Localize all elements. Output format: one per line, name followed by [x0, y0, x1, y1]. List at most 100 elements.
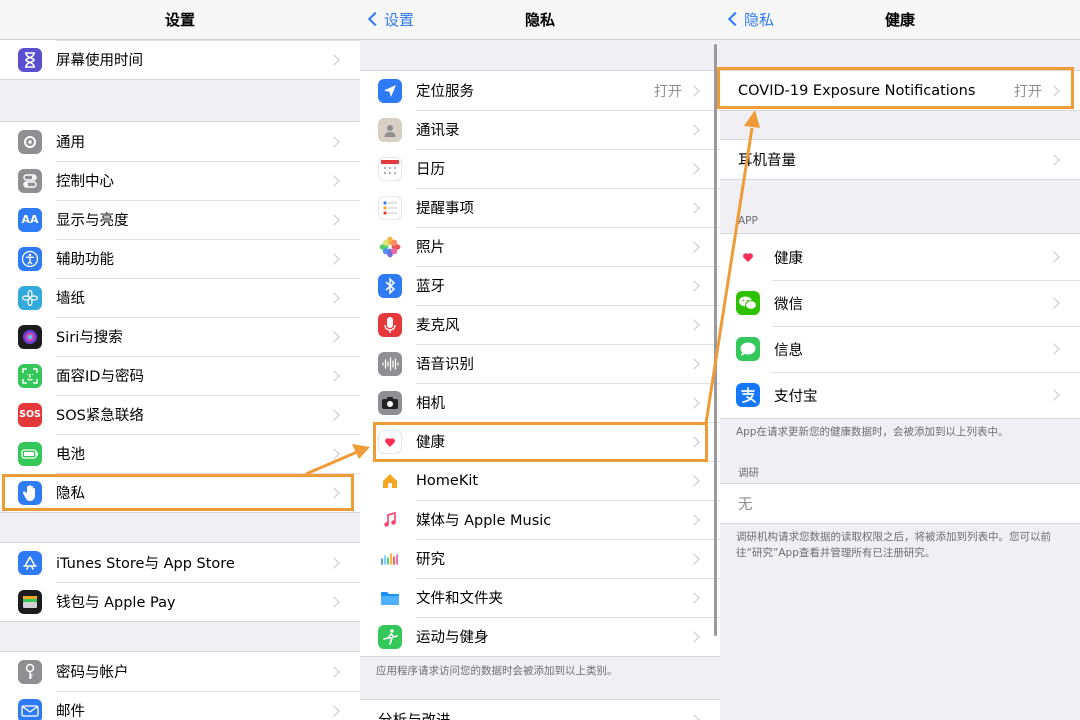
- wallet-icon: [18, 589, 42, 614]
- privacy-row-homekit[interactable]: HomeKit: [360, 461, 720, 500]
- privacy-row-research[interactable]: 研究: [360, 539, 720, 578]
- chevron-right-icon: [328, 174, 340, 187]
- privacy-label: 相机: [416, 396, 445, 412]
- app-label: 微信: [774, 296, 803, 313]
- gear-icon: [18, 129, 42, 154]
- chevron-right-icon: [688, 591, 700, 604]
- privacy-label: 通讯录: [416, 123, 460, 139]
- photos-icon: [378, 234, 402, 259]
- settings-row-wallet[interactable]: 钱包与 Apple Pay: [0, 582, 360, 621]
- privacy-label: 蓝牙: [416, 279, 445, 295]
- settings-group-store: iTunes Store与 App Store 钱包与 Apple Pay: [0, 542, 360, 622]
- settings-row-siri[interactable]: Siri与搜索: [0, 317, 360, 356]
- settings-label: 辅助功能: [56, 252, 114, 268]
- chevron-right-icon: [688, 123, 700, 136]
- settings-row-app-store[interactable]: iTunes Store与 App Store: [0, 543, 360, 582]
- chevron-right-icon: [688, 201, 700, 214]
- location-arrow-icon: [378, 78, 402, 103]
- chevron-right-icon: [328, 53, 340, 66]
- settings-row-passwords[interactable]: 密码与帐户: [0, 652, 360, 691]
- chevron-right-icon: [328, 252, 340, 265]
- settings-row-general[interactable]: 通用: [0, 122, 360, 161]
- settings-label: 控制中心: [56, 174, 114, 190]
- privacy-label: 文件和文件夹: [416, 591, 503, 607]
- mail-icon: [18, 698, 42, 720]
- privacy-label: 语音识别: [416, 357, 474, 373]
- settings-row-display[interactable]: AA 显示与亮度: [0, 200, 360, 239]
- settings-label: SOS紧急联络: [56, 408, 144, 424]
- wechat-icon: [736, 291, 760, 315]
- settings-group-accounts: 密码与帐户 邮件: [0, 651, 360, 720]
- health-highlight-box: [373, 422, 708, 462]
- privacy-row-media[interactable]: 媒体与 Apple Music: [360, 500, 720, 539]
- settings-row-control-center[interactable]: 控制中心: [0, 161, 360, 200]
- health-nav-bar: 隐私 健康: [720, 0, 1080, 40]
- chevron-right-icon: [688, 318, 700, 331]
- settings-row-sos[interactable]: SOS SOS紧急联络: [0, 395, 360, 434]
- chevron-right-icon: [328, 213, 340, 226]
- app-row-health[interactable]: 健康: [720, 234, 1080, 280]
- privacy-row-fitness[interactable]: 运动与健身: [360, 617, 720, 656]
- research-section-header: 调研: [738, 467, 759, 479]
- settings-row-face-id[interactable]: 面容ID与密码: [0, 356, 360, 395]
- privacy-row-bluetooth[interactable]: 蓝牙: [360, 266, 720, 305]
- app-row-alipay[interactable]: 支付宝: [720, 372, 1080, 418]
- face-id-icon: [18, 363, 42, 388]
- camera-icon: [378, 390, 402, 415]
- settings-label: 显示与亮度: [56, 213, 129, 229]
- messages-icon: [736, 337, 760, 361]
- contacts-icon: [378, 117, 402, 142]
- privacy-group-analytics: 分析与改进: [360, 699, 720, 720]
- privacy-row-location[interactable]: 定位服务 打开: [360, 71, 720, 110]
- privacy-row-photos[interactable]: 照片: [360, 227, 720, 266]
- settings-label: 电池: [56, 447, 85, 463]
- app-row-messages[interactable]: 信息: [720, 326, 1080, 372]
- chevron-right-icon: [688, 162, 700, 175]
- chevron-right-icon: [328, 665, 340, 678]
- privacy-row-contacts[interactable]: 通讯录: [360, 110, 720, 149]
- bluetooth-icon: [378, 273, 402, 298]
- settings-label: Siri与搜索: [56, 330, 123, 346]
- health-group-headphone: 耳机音量: [720, 139, 1080, 180]
- waveform-icon: [378, 351, 402, 376]
- chevron-right-icon: [688, 552, 700, 565]
- text-size-icon: AA: [18, 207, 42, 232]
- page-title: 健康: [884, 11, 915, 29]
- scrollbar[interactable]: [714, 44, 717, 636]
- privacy-row-files[interactable]: 文件和文件夹: [360, 578, 720, 617]
- privacy-row-microphone[interactable]: 麦克风: [360, 305, 720, 344]
- research-section-footer: 调研机构请求您数据的读取权限之后，将被添加到列表中。您可以前往“研究”App查看…: [736, 531, 1051, 559]
- chevron-right-icon: [328, 369, 340, 382]
- settings-label: 通用: [56, 135, 85, 151]
- privacy-label: 日历: [416, 162, 445, 178]
- app-section-footer: App在请求更新您的健康数据时，会被添加到以上列表中。: [736, 426, 1009, 438]
- privacy-row-calendar[interactable]: 日历: [360, 149, 720, 188]
- hourglass-icon: [18, 47, 42, 72]
- chevron-right-icon: [328, 447, 340, 460]
- privacy-pane: 设置 隐私 定位服务 打开 通讯录 日历 提醒事项 照片 蓝牙 麦克风 语音识别…: [360, 0, 720, 720]
- settings-row-wallpaper[interactable]: 墙纸: [0, 278, 360, 317]
- flower-icon: [18, 285, 42, 310]
- privacy-label: 提醒事项: [416, 201, 474, 217]
- alipay-icon: [736, 383, 760, 407]
- privacy-row-analytics[interactable]: 分析与改进: [360, 700, 720, 720]
- folder-icon: [378, 585, 402, 610]
- privacy-row-speech[interactable]: 语音识别: [360, 344, 720, 383]
- privacy-row-camera[interactable]: 相机: [360, 383, 720, 422]
- privacy-label: 麦克风: [416, 318, 460, 334]
- app-store-icon: [18, 550, 42, 575]
- privacy-nav-bar: 设置 隐私: [360, 0, 720, 40]
- settings-row-battery[interactable]: 电池: [0, 434, 360, 473]
- headphone-volume-row[interactable]: 耳机音量: [720, 140, 1080, 179]
- reminders-icon: [378, 195, 402, 220]
- covid-highlight-box: [717, 67, 1074, 109]
- settings-label: 钱包与 Apple Pay: [56, 595, 176, 611]
- privacy-row-reminders[interactable]: 提醒事项: [360, 188, 720, 227]
- chevron-right-icon: [688, 84, 700, 97]
- settings-row-screen-time[interactable]: 屏幕使用时间: [0, 40, 360, 79]
- settings-row-mail[interactable]: 邮件: [0, 691, 360, 720]
- app-row-wechat[interactable]: 微信: [720, 280, 1080, 326]
- settings-label: 面容ID与密码: [56, 369, 144, 385]
- settings-pane: 屏幕使用时间 通用 控制中心 AA 显示与亮度 辅助功能 墙纸 Siri与搜索 …: [0, 0, 360, 720]
- settings-row-accessibility[interactable]: 辅助功能: [0, 239, 360, 278]
